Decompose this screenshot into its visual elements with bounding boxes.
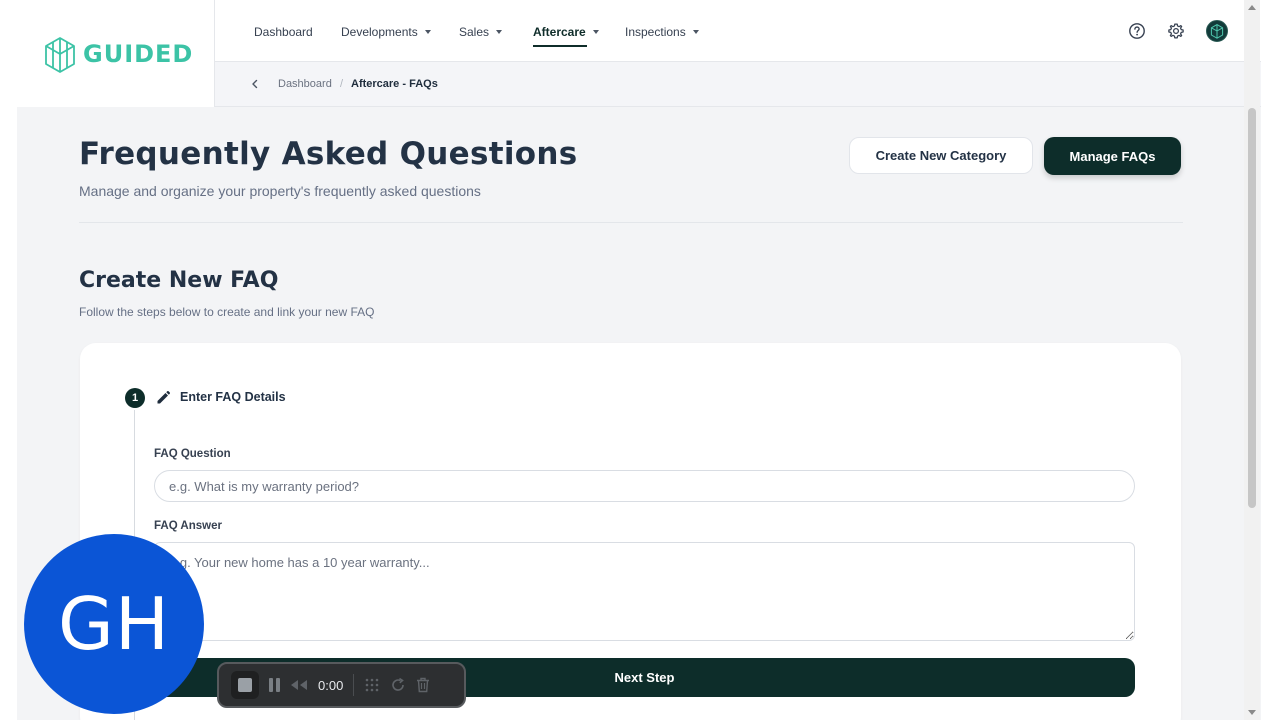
pause-icon (269, 678, 273, 692)
guided-logo-icon (1210, 24, 1224, 39)
section-subtitle: Follow the steps below to create and lin… (79, 305, 375, 319)
chevron-left-icon (252, 79, 258, 89)
help-circle-icon (1129, 23, 1145, 39)
help-button[interactable] (1127, 21, 1147, 41)
recorder-divider (353, 674, 355, 696)
pause-button[interactable] (269, 678, 280, 692)
nav-aftercare-label: Aftercare (533, 25, 586, 39)
faq-question-input[interactable] (154, 470, 1135, 502)
breadcrumb-current: Aftercare - FAQs (351, 78, 438, 90)
restart-icon[interactable] (390, 677, 406, 693)
breadcrumb: Dashboard / Aftercare - FAQs (215, 62, 1261, 107)
chevron-down-icon (592, 30, 599, 34)
breadcrumb-separator: / (340, 78, 344, 90)
faq-answer-textarea[interactable] (154, 542, 1135, 641)
page-title: Frequently Asked Questions (79, 136, 578, 172)
nav-aftercare[interactable]: Aftercare (533, 23, 599, 47)
nav-inspections-label: Inspections (625, 25, 686, 39)
faq-question-label: FAQ Question (154, 448, 231, 460)
nav-dashboard[interactable]: Dashboard (254, 23, 313, 41)
scroll-down-arrow-icon[interactable] (1248, 710, 1256, 715)
presenter-avatar-badge: GH (24, 534, 204, 714)
chevron-down-icon (496, 30, 503, 34)
top-navigation: Dashboard Developments Sales Aftercare I… (215, 0, 1261, 62)
rewind-icon[interactable] (290, 679, 308, 691)
step-number-badge: 1 (125, 388, 145, 408)
screen-recorder-toolbar: 0:00 (217, 662, 466, 708)
pencil-icon (157, 391, 170, 404)
page-scrollbar[interactable] (1244, 0, 1260, 720)
breadcrumb-dashboard[interactable]: Dashboard (278, 78, 332, 90)
logo-area[interactable]: GUIDED (17, 0, 215, 107)
chevron-down-icon (424, 30, 431, 34)
gear-icon (1168, 23, 1184, 39)
header-divider (79, 222, 1183, 223)
user-avatar[interactable] (1206, 20, 1228, 42)
stop-recording-button[interactable] (231, 671, 259, 699)
nav-developments[interactable]: Developments (341, 23, 431, 41)
faq-answer-label: FAQ Answer (154, 520, 222, 532)
create-new-category-button[interactable]: Create New Category (849, 137, 1033, 174)
brand-name: GUIDED (83, 39, 194, 68)
trash-icon[interactable] (416, 677, 430, 693)
nav-sales-label: Sales (459, 25, 490, 39)
section-title: Create New FAQ (79, 268, 279, 293)
stop-icon (238, 678, 252, 692)
app-window: GUIDED Dashboard Developments Sales Afte… (17, 0, 1261, 720)
recording-timer: 0:00 (318, 677, 344, 693)
settings-button[interactable] (1166, 21, 1186, 41)
active-tab-underline (533, 45, 587, 47)
manage-faqs-button[interactable]: Manage FAQs (1044, 137, 1181, 175)
back-button[interactable] (247, 76, 263, 92)
step-label: Enter FAQ Details (180, 390, 286, 404)
grid-icon[interactable] (364, 677, 380, 693)
nav-sales[interactable]: Sales (459, 23, 503, 41)
scroll-up-arrow-icon[interactable] (1248, 5, 1256, 10)
scroll-thumb[interactable] (1248, 108, 1256, 508)
page-subtitle: Manage and organize your property's freq… (79, 183, 481, 199)
nav-developments-label: Developments (341, 25, 418, 39)
nav-inspections[interactable]: Inspections (625, 23, 699, 41)
chevron-down-icon (692, 30, 699, 34)
guided-logo-icon (45, 36, 75, 73)
nav-dashboard-label: Dashboard (254, 25, 313, 39)
